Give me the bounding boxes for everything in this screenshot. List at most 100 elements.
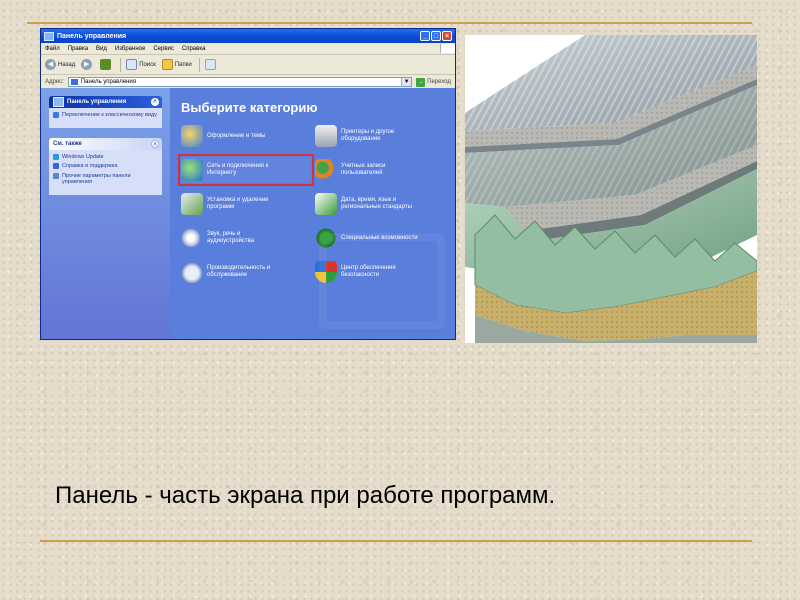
category-pane: Выберите категорию Оформление и темы При… xyxy=(170,88,455,339)
task-pane: Панель управления ˄ Переключение к класс… xyxy=(41,88,170,339)
window-content: Панель управления ˄ Переключение к класс… xyxy=(41,88,455,339)
appearance-icon xyxy=(181,125,203,147)
windows-update-icon xyxy=(53,153,59,160)
go-arrow-icon: → xyxy=(416,77,426,87)
switch-classic-view-label: Переключение к классическому виду xyxy=(62,112,157,118)
see-also-link[interactable]: Windows Update xyxy=(53,153,158,161)
classic-view-icon xyxy=(53,112,59,118)
toolbar-separator xyxy=(198,57,200,72)
category-datetime[interactable]: Дата, время, язык и региональные стандар… xyxy=(315,191,445,217)
search-button[interactable]: Поиск xyxy=(126,59,156,70)
category-security[interactable]: Центр обеспечения безопасности xyxy=(315,259,445,285)
category-label: Производительность и обслуживание xyxy=(207,265,271,278)
maximize-button[interactable]: □ xyxy=(431,31,441,41)
category-install[interactable]: Установка и удаление программ xyxy=(181,191,311,217)
help-icon xyxy=(53,163,59,169)
users-icon xyxy=(315,159,337,181)
category-label: Центр обеспечения безопасности xyxy=(341,265,396,278)
category-grid: Оформление и темы Принтеры и другое обор… xyxy=(178,123,445,285)
minimize-button[interactable]: _ xyxy=(420,31,430,41)
control-panel-icon xyxy=(53,97,64,107)
network-icon xyxy=(181,159,203,181)
collapse-icon[interactable]: ˄ xyxy=(151,139,159,148)
go-button[interactable]: → Переход xyxy=(416,77,451,87)
control-panel-small-icon xyxy=(70,79,78,85)
see-also-link[interactable]: Справка и поддержка xyxy=(53,163,158,170)
category-users[interactable]: Учетные записи пользователей xyxy=(315,157,445,183)
performance-icon xyxy=(181,261,203,283)
window-title: Панель управления xyxy=(57,32,127,40)
sandwich-panels-photo xyxy=(465,35,757,343)
category-appearance[interactable]: Оформление и темы xyxy=(181,123,311,149)
category-label: Сеть и подключения к Интернету xyxy=(207,163,269,176)
category-label: Установка и удаление программ xyxy=(207,197,269,210)
category-label: Оформление и темы xyxy=(207,132,266,139)
title-bar[interactable]: Панель управления _ □ × xyxy=(41,29,455,43)
folder-up-icon xyxy=(100,59,112,70)
control-panel-box-header[interactable]: Панель управления ˄ xyxy=(49,96,162,108)
toolbar-separator xyxy=(120,57,122,72)
see-also-box: См. также ˄ Windows Update Справка и под… xyxy=(49,137,162,195)
forward-arrow-icon: ▶ xyxy=(81,59,93,70)
menu-view[interactable]: Вид xyxy=(96,46,107,52)
see-also-header[interactable]: См. также ˄ xyxy=(49,137,162,150)
see-also-link[interactable]: Прочие параметры панели управления xyxy=(53,172,158,186)
close-button[interactable]: × xyxy=(442,31,452,41)
category-heading: Выберите категорию xyxy=(181,100,318,115)
printer-icon xyxy=(315,125,337,147)
security-shield-icon xyxy=(315,261,337,283)
views-button[interactable] xyxy=(204,59,218,70)
toolbar: ◀ Назад ▶ Поиск Папки xyxy=(41,55,455,75)
category-network[interactable]: Сеть и подключения к Интернету xyxy=(178,154,314,186)
switch-classic-view-link[interactable]: Переключение к классическому виду xyxy=(53,112,158,119)
menu-help[interactable]: Справка xyxy=(182,46,206,52)
see-also-label: Windows Update xyxy=(62,153,104,160)
menu-edit[interactable]: Правка xyxy=(68,46,88,52)
category-performance[interactable]: Производительность и обслуживание xyxy=(181,259,311,285)
folders-icon xyxy=(161,59,173,70)
views-icon xyxy=(204,59,216,70)
window-icon xyxy=(44,31,54,41)
options-icon xyxy=(53,172,59,179)
forward-button[interactable]: ▶ xyxy=(81,59,94,70)
control-panel-box: Панель управления ˄ Переключение к класс… xyxy=(49,96,162,128)
search-icon xyxy=(126,59,138,70)
menu-file[interactable]: Файл xyxy=(45,46,60,52)
see-also-title: См. также xyxy=(53,140,82,147)
menu-favorites[interactable]: Избранное xyxy=(115,46,145,52)
control-panel-box-title: Панель управления xyxy=(67,99,127,105)
back-button[interactable]: ◀ Назад xyxy=(45,59,75,70)
menu-tools[interactable]: Сервис xyxy=(153,46,174,52)
folders-button[interactable]: Папки xyxy=(161,59,192,70)
bottom-divider xyxy=(40,540,752,542)
category-label: Принтеры и другое оборудование xyxy=(341,129,395,142)
category-label: Специальные возможности xyxy=(341,234,418,241)
sound-icon xyxy=(181,227,203,249)
address-label: Адрес: xyxy=(45,79,64,85)
install-icon xyxy=(181,193,203,215)
category-label: Звук, речь и аудиоустройства xyxy=(207,231,255,244)
collapse-icon[interactable]: ˄ xyxy=(151,98,159,106)
address-input[interactable]: Панель управления ▼ xyxy=(67,77,413,87)
search-label: Поиск xyxy=(139,61,156,68)
see-also-label: Справка и поддержка xyxy=(62,163,118,169)
category-printers[interactable]: Принтеры и другое оборудование xyxy=(315,123,445,149)
control-panel-box-body: Переключение к классическому виду xyxy=(49,108,162,128)
back-arrow-icon: ◀ xyxy=(45,59,56,70)
up-button[interactable] xyxy=(100,59,113,70)
go-label: Переход xyxy=(427,79,451,85)
slide-caption: Панель - часть экрана при работе програм… xyxy=(55,482,556,509)
address-value: Панель управления xyxy=(80,79,136,85)
control-panel-window: Панель управления _ □ × Файл Правка Вид … xyxy=(40,28,456,340)
calendar-icon xyxy=(315,193,337,215)
address-dropdown-icon[interactable]: ▼ xyxy=(401,78,412,86)
accessibility-icon xyxy=(315,227,337,249)
category-label: Учетные записи пользователей xyxy=(341,163,386,176)
menu-bar: Файл Правка Вид Избранное Сервис Справка xyxy=(41,43,455,55)
folders-label: Папки xyxy=(174,61,192,68)
top-divider xyxy=(27,22,752,24)
category-sound[interactable]: Звук, речь и аудиоустройства xyxy=(181,225,311,251)
category-accessibility[interactable]: Специальные возможности xyxy=(315,225,445,251)
see-also-label: Прочие параметры панели управления xyxy=(62,172,131,186)
see-also-body: Windows Update Справка и поддержка Прочи… xyxy=(49,150,162,195)
